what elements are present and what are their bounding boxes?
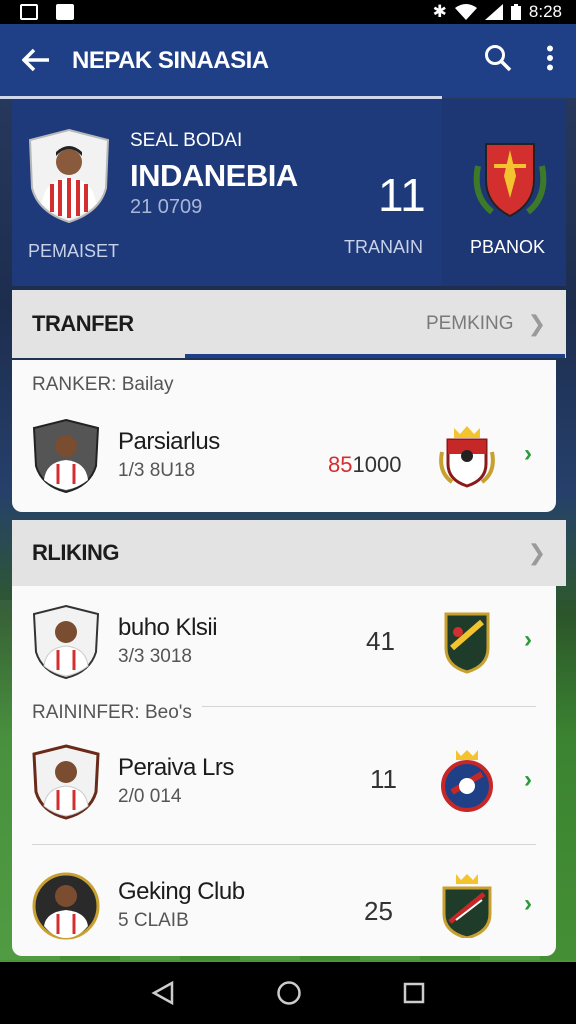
hero-rank-label: PBANOK — [470, 237, 546, 257]
page-title: NEPAK SINAASIA — [72, 47, 269, 74]
arrow-right-icon[interactable]: › — [524, 890, 532, 918]
ranking-value: 11 — [370, 764, 397, 794]
nav-recents-icon[interactable] — [402, 981, 426, 1005]
club-crest-icon — [444, 612, 490, 674]
hero-train-label: TRANAIN — [344, 237, 424, 257]
player-name: Peraiva Lrs — [118, 754, 234, 781]
player-date: 3/3 3018 — [118, 646, 192, 667]
search-button[interactable] — [472, 44, 524, 79]
player-avatar — [32, 604, 100, 680]
transfer-value-main: 85 — [328, 452, 353, 477]
club-crest-icon — [442, 874, 492, 938]
nav-home-icon[interactable] — [276, 980, 302, 1006]
chevron-right-icon: ❯ — [527, 311, 546, 336]
player-avatar — [32, 418, 100, 494]
transfer-card: RANKER: Bailay Parsiarlus 1/3 8U18 85100… — [12, 360, 556, 512]
ranking-subheading: RAININFER: Beo's — [32, 702, 192, 723]
transfer-subheading: RANKER: Bailay — [32, 374, 174, 395]
hero-status-label: PEMAISET — [28, 241, 120, 261]
search-icon — [485, 44, 512, 71]
arrow-right-icon[interactable]: › — [524, 626, 532, 654]
club-crest-icon — [439, 426, 495, 488]
divider — [202, 706, 536, 707]
clock: 8:28 — [528, 2, 562, 21]
cell-signal-icon — [484, 4, 503, 20]
divider — [32, 844, 536, 845]
ranking-value: 25 — [364, 896, 393, 926]
hero-player-name: INDANEBIA — [130, 158, 298, 193]
transfer-value: 851000 — [328, 452, 401, 478]
transfer-value-suffix: 1000 — [352, 452, 402, 477]
status-bar: ✱ 8:28 — [0, 0, 576, 24]
player-date: 1/3 8U18 — [118, 460, 196, 481]
list-item[interactable]: Peraiva Lrs 2/0 014 11 › — [12, 726, 556, 836]
transfer-section-header[interactable]: TRANFER PEMKING ❯ — [12, 290, 566, 358]
arrow-right-icon[interactable]: › — [524, 766, 532, 794]
club-crest-icon — [473, 143, 547, 218]
bluetooth-icon: ✱ — [432, 2, 447, 21]
player-name: Geking Club — [118, 878, 245, 905]
image-notification-icon — [56, 4, 74, 20]
list-item[interactable]: Geking Club 5 CLAIB 25 › — [12, 850, 556, 960]
notification-icon — [20, 4, 38, 20]
player-hero-card[interactable]: SEAL BODAI INDANEBIA 21 0709 PEMAISET 11… — [12, 100, 566, 286]
transfer-section-meta: PEMKING — [425, 313, 514, 334]
wifi-icon — [454, 4, 477, 20]
hero-subtitle: SEAL BODAI — [130, 130, 243, 151]
battery-icon — [510, 4, 521, 20]
chevron-right-icon: ❯ — [527, 540, 546, 565]
player-name: Parsiarlus — [118, 428, 220, 455]
ranking-value: 41 — [366, 626, 395, 656]
list-item[interactable]: buho Klsii 3/3 3018 41 › — [12, 586, 556, 696]
player-date: 2/0 014 — [118, 786, 182, 807]
nav-back-icon[interactable] — [150, 980, 176, 1006]
player-date: 5 CLAIB — [118, 910, 189, 931]
player-avatar — [32, 744, 100, 820]
transfer-section-label: TRANFER — [32, 311, 134, 336]
back-button[interactable] — [0, 43, 72, 80]
system-nav-bar — [0, 962, 576, 1024]
hero-number: 11 — [378, 169, 426, 221]
player-avatar — [28, 128, 110, 224]
tab-indicator — [185, 354, 565, 358]
back-arrow-icon — [21, 48, 49, 71]
ranking-section-label: RLIKING — [32, 540, 119, 565]
app-bar-underline — [0, 96, 442, 99]
player-name: buho Klsii — [118, 614, 218, 641]
player-avatar — [32, 872, 100, 940]
arrow-right-icon[interactable]: › — [524, 440, 532, 468]
ranking-section-header[interactable]: RLIKING ❯ — [12, 520, 566, 586]
ranking-card: buho Klsii 3/3 3018 41 › RAININFER: Beo'… — [12, 586, 556, 956]
hero-date: 21 0709 — [130, 196, 203, 218]
app-bar: NEPAK SINAASIA — [0, 24, 576, 98]
list-item[interactable]: Parsiarlus 1/3 8U18 851000 › — [12, 400, 556, 510]
club-crest-icon — [441, 750, 493, 812]
more-vert-icon — [547, 45, 553, 70]
more-options-button[interactable] — [524, 45, 576, 78]
